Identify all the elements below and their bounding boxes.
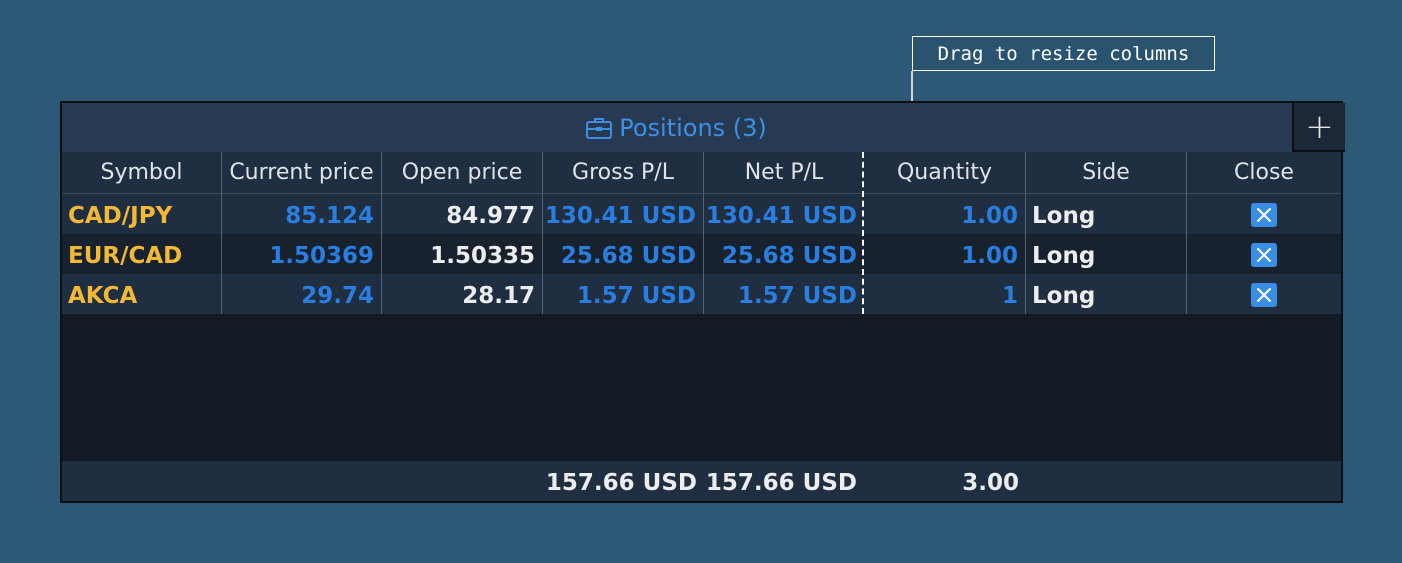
panel-header: Positions (3) + (62, 103, 1345, 152)
resize-hint-callout: Drag to resize columns (912, 36, 1215, 71)
open-price-cell: 84.977 (382, 194, 543, 234)
panel-title: Positions (3) (62, 103, 1290, 152)
column-header-gross-pl[interactable]: Gross P/L (543, 152, 704, 194)
table-row[interactable]: EUR/CAD 1.50369 1.50335 25.68 USD 25.68 … (62, 234, 1341, 274)
close-x-icon (1257, 248, 1271, 262)
positions-panel: Positions (3) + Symbol Current price Ope… (60, 101, 1345, 503)
column-header-close[interactable]: Close (1187, 152, 1341, 194)
close-position-button[interactable] (1251, 243, 1277, 267)
column-resize-handle[interactable] (862, 152, 864, 314)
side-cell: Long (1026, 194, 1187, 234)
symbol-cell: AKCA (62, 274, 222, 314)
column-header-net-pl[interactable]: Net P/L (704, 152, 864, 194)
total-gross-pl: 157.66 USD (545, 470, 697, 496)
quantity-cell: 1.00 (864, 234, 1026, 274)
symbol-cell: CAD/JPY (62, 194, 222, 234)
net-pl-cell: 130.41 USD (705, 203, 857, 229)
add-panel-button[interactable]: + (1292, 103, 1345, 152)
net-pl-cell: 25.68 USD (721, 243, 857, 269)
gross-pl-cell: 1.57 USD (543, 274, 704, 314)
symbol-cell: EUR/CAD (62, 234, 222, 274)
open-price-cell: 28.17 (382, 274, 543, 314)
column-header-symbol[interactable]: Symbol (62, 152, 222, 194)
empty-table-area (62, 314, 1341, 461)
close-position-button[interactable] (1251, 283, 1277, 307)
current-price-cell: 85.124 (222, 194, 382, 234)
total-quantity: 3.00 (962, 470, 1019, 496)
total-net-pl: 157.66 USD (705, 470, 857, 496)
side-cell: Long (1026, 274, 1187, 314)
gross-pl-cell: 25.68 USD (543, 234, 704, 274)
quantity-cell: 1 (864, 274, 1026, 314)
current-price-cell: 29.74 (222, 274, 382, 314)
quantity-cell: 1.00 (864, 194, 1026, 234)
plus-icon: + (1305, 106, 1334, 147)
close-x-icon (1257, 208, 1271, 222)
briefcase-icon (585, 116, 613, 140)
column-header-current-price[interactable]: Current price (222, 152, 382, 194)
side-cell: Long (1026, 234, 1187, 274)
totals-row: 157.66 USD 157.66 USD 3.00 (62, 461, 1341, 501)
close-x-icon (1257, 288, 1271, 302)
current-price-cell: 1.50369 (222, 234, 382, 274)
column-header-quantity[interactable]: Quantity (864, 152, 1026, 194)
column-header-open-price[interactable]: Open price (382, 152, 543, 194)
close-position-button[interactable] (1251, 203, 1277, 227)
table-row[interactable]: CAD/JPY 85.124 84.977 130.41 USD 130.41 … (62, 194, 1341, 234)
table-row[interactable]: AKCA 29.74 28.17 1.57 USD 1.57 USD 1 Lon… (62, 274, 1341, 314)
column-header-side[interactable]: Side (1026, 152, 1187, 194)
panel-title-text: Positions (3) (619, 113, 767, 142)
open-price-cell: 1.50335 (382, 234, 543, 274)
gross-pl-cell: 130.41 USD (543, 194, 704, 234)
net-pl-cell: 1.57 USD (737, 283, 857, 309)
